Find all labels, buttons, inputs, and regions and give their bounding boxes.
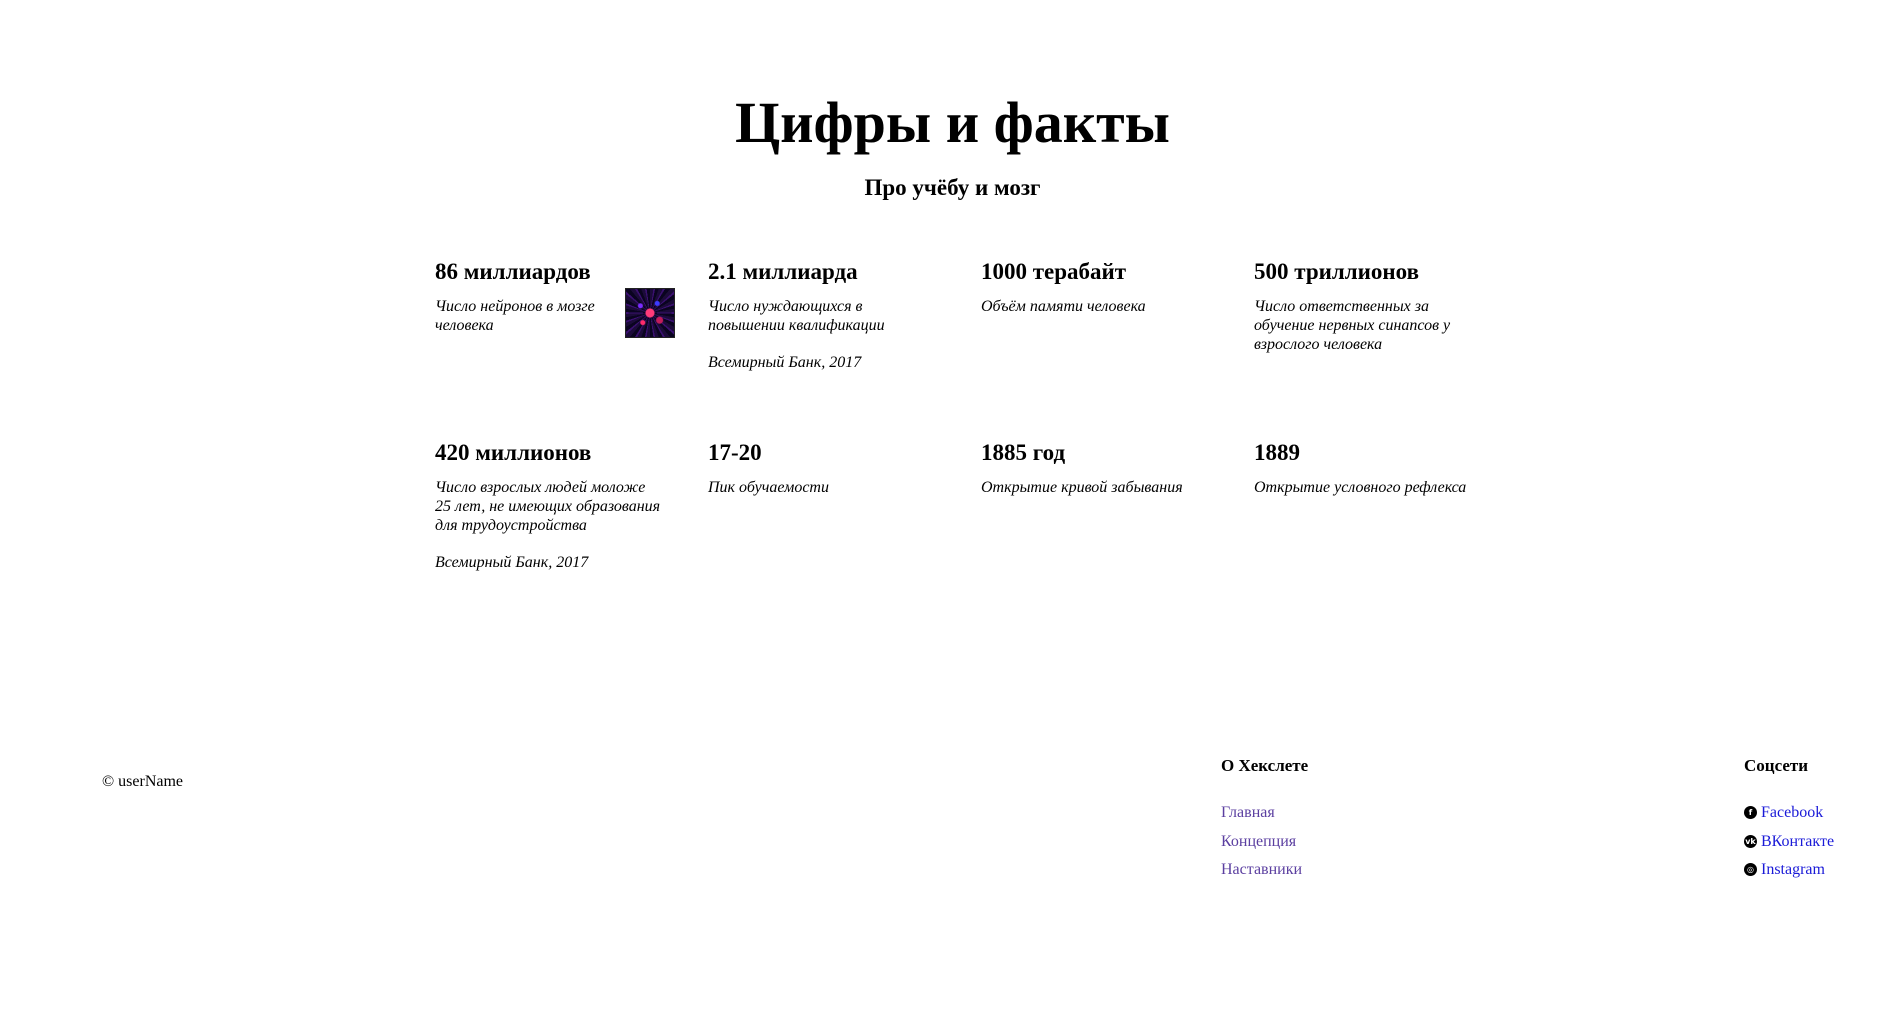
fact-description: Число взрослых людей моложе 25 лет, не и…	[435, 479, 661, 534]
fact-description: Пик обучаемости	[708, 479, 829, 496]
list-item: ◎ Instagram	[1744, 860, 1834, 879]
fact-source: Всемирный Банк, 2017	[435, 554, 589, 571]
fact-value: 500 триллионов	[1254, 259, 1420, 284]
link-home[interactable]: Главная	[1221, 803, 1275, 822]
footer-social-heading: Соцсети	[1744, 756, 1809, 775]
footer-social-links: f Facebook vk ВКонтакте ◎ Instagram	[1744, 803, 1834, 879]
list-item: Главная	[1221, 803, 1308, 822]
fact-value: 420 миллионов	[435, 440, 592, 465]
fact-card: 1885 год Открытие кривой забывания	[981, 438, 1211, 497]
footer-about-heading: О Хекслете	[1221, 756, 1309, 775]
instagram-icon: ◎	[1744, 863, 1757, 876]
list-item: Концепция	[1221, 832, 1308, 851]
fact-value: 17-20	[708, 440, 762, 465]
fact-card: 500 триллионов Число ответственных за об…	[1254, 257, 1484, 354]
list-item: vk ВКонтакте	[1744, 832, 1834, 851]
link-concept[interactable]: Концепция	[1221, 832, 1296, 851]
fact-source: Всемирный Банк, 2017	[708, 354, 862, 371]
vk-icon: vk	[1744, 834, 1757, 848]
fact-description: Открытие кривой забывания	[981, 479, 1183, 496]
footer-about-links: Главная Концепция Наставники	[1221, 803, 1308, 879]
copyright: © userName	[102, 773, 184, 790]
link-mentors[interactable]: Наставники	[1221, 860, 1302, 879]
link-instagram[interactable]: Instagram	[1761, 860, 1825, 879]
fact-value: 86 миллиардов	[435, 259, 591, 284]
fact-description: Открытие условного рефлекса	[1254, 479, 1467, 496]
fact-description: Объём памяти человека	[981, 298, 1146, 315]
fact-card: 420 миллионов Число взрослых людей молож…	[435, 438, 665, 572]
neuron-image	[625, 288, 675, 338]
fact-card: 86 миллиардов Число нейронов в мозге чел…	[435, 257, 675, 338]
fact-card: 1000 терабайт Объём памяти человека	[981, 257, 1211, 316]
fact-value: 1000 терабайт	[981, 259, 1127, 284]
list-item: Наставники	[1221, 860, 1308, 879]
page-title: Цифры и факты	[735, 90, 1170, 155]
link-facebook[interactable]: Facebook	[1761, 803, 1823, 822]
facebook-icon: f	[1744, 806, 1757, 819]
fact-value: 1889	[1254, 440, 1300, 465]
page-subtitle: Про учёбу и мозг	[864, 175, 1041, 200]
footer-social: Соцсети f Facebook vk ВКонтакте ◎ Instag…	[1744, 755, 1834, 889]
footer-about: О Хекслете Главная Концепция Наставники	[1221, 755, 1308, 889]
link-vkontakte[interactable]: ВКонтакте	[1761, 832, 1834, 851]
fact-card: 1889 Открытие условного рефлекса	[1254, 438, 1504, 497]
fact-card: 17-20 Пик обучаемости	[708, 438, 938, 497]
fact-value: 1885 год	[981, 440, 1066, 465]
fact-value: 2.1 миллиарда	[708, 259, 858, 284]
fact-description: Число ответственных за обучение нервных …	[1254, 298, 1451, 353]
list-item: f Facebook	[1744, 803, 1834, 822]
fact-description: Число нуждающихся в повышении квалификац…	[708, 298, 885, 334]
fact-card: 2.1 миллиарда Число нуждающихся в повыше…	[708, 257, 938, 372]
fact-description: Число нейронов в мозге человека	[435, 298, 595, 334]
